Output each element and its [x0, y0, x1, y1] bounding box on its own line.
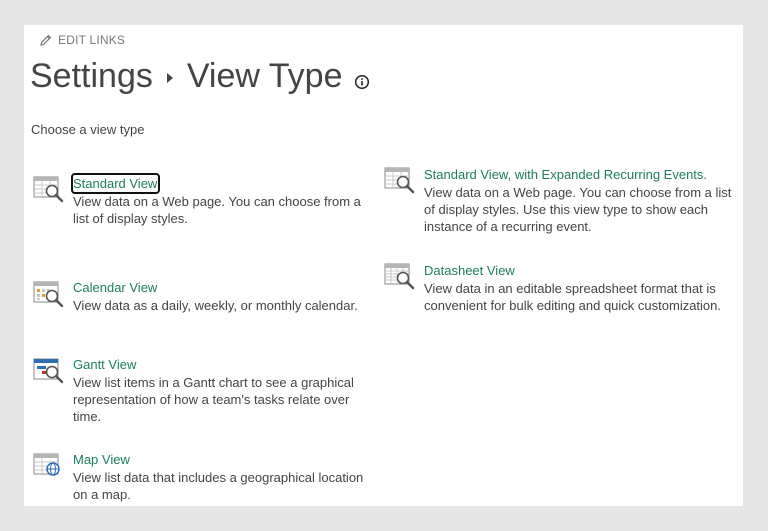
standard-recurring-view-link[interactable]: Standard View, with Expanded Recurring E… [424, 166, 707, 183]
datasheet-view-link[interactable]: Datasheet View [424, 262, 515, 279]
datasheet-view-icon [384, 262, 416, 295]
info-icon[interactable] [354, 56, 370, 102]
settings-page: EDIT LINKS Settings View Type Choose a v… [24, 25, 743, 506]
standard-view-link[interactable]: Standard View [70, 173, 161, 194]
map-view-link[interactable]: Map View [73, 451, 130, 468]
breadcrumb-separator-icon [166, 73, 173, 83]
edit-links-button[interactable]: EDIT LINKS [40, 33, 125, 47]
calendar-view-description: View data as a daily, weekly, or monthly… [73, 298, 358, 313]
edit-links-label: EDIT LINKS [58, 33, 126, 47]
map-view-description: View list data that includes a geographi… [73, 470, 364, 502]
gantt-view-link[interactable]: Gantt View [73, 356, 136, 373]
pencil-icon [40, 34, 52, 46]
standard-recurring-view-description: View data on a Web page. You can choose … [424, 185, 732, 234]
standard-recurring-view-icon [384, 166, 416, 199]
map-view-icon [33, 451, 65, 484]
breadcrumb-current: View Type [186, 57, 343, 95]
choose-view-type-label: Choose a view type [31, 122, 145, 137]
datasheet-view-description: View data in an editable spreadsheet for… [424, 281, 722, 313]
calendar-view-link[interactable]: Calendar View [73, 279, 157, 296]
calendar-view-icon [33, 279, 65, 312]
page-title: Settings View Type [30, 53, 370, 99]
gantt-view-description: View list items in a Gantt chart to see … [73, 375, 354, 424]
gantt-view-icon [33, 356, 65, 389]
standard-view-description: View data on a Web page. You can choose … [73, 194, 361, 226]
breadcrumb-settings[interactable]: Settings [30, 53, 153, 99]
standard-view-icon [33, 175, 65, 208]
